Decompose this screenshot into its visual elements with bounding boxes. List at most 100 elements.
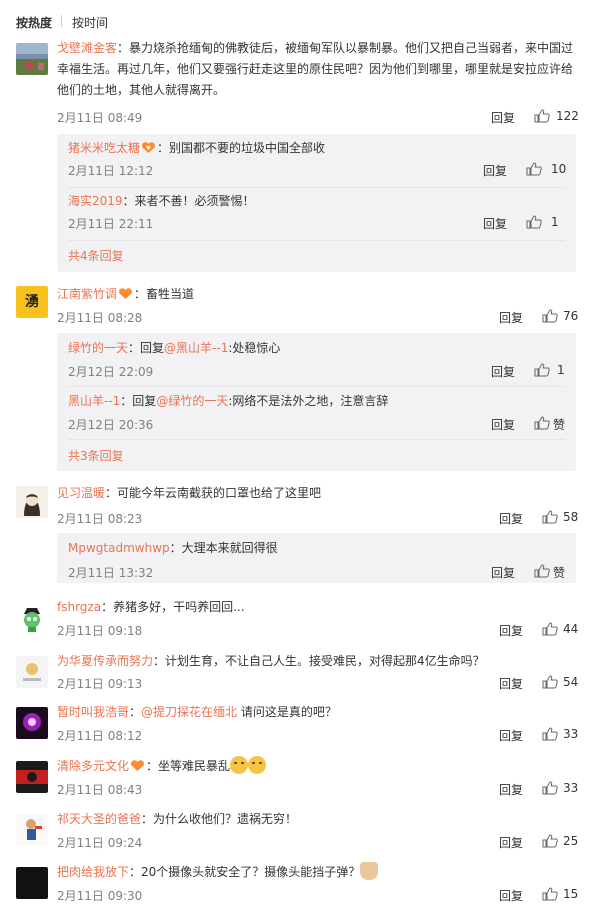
like-count: 54 <box>563 675 579 689</box>
avatar[interactable] <box>16 867 48 899</box>
thumbs-up-icon[interactable] <box>542 675 558 689</box>
thumbs-up-icon[interactable] <box>542 309 558 323</box>
thumbs-up-icon[interactable] <box>542 781 558 795</box>
reply-username[interactable]: 绿竹的一天 <box>68 341 128 355</box>
like-count: 76 <box>563 309 579 323</box>
vip-badge-icon <box>118 286 133 299</box>
reply-button[interactable]: 回复 <box>499 622 523 639</box>
reply-text: 绿竹的一天：回复@黑山羊--1:处稳惊心 <box>68 339 280 357</box>
like-count: 1 <box>551 215 559 229</box>
vip-badge-icon <box>130 758 145 771</box>
avatar[interactable] <box>16 602 48 634</box>
like-count: 15 <box>563 887 579 901</box>
reply-content: ：大理本来就回得很 <box>169 541 278 555</box>
comment-time: 2月11日 09:13 <box>57 677 143 691</box>
mention-link[interactable]: @黑山羊--1 <box>164 341 228 355</box>
reply-button[interactable]: 回复 <box>499 675 523 692</box>
comment-text: 把肉给我放下：20个摄像头就安全了？摄像头能挡子弹？ <box>57 862 579 883</box>
reply-content: :网络不是法外之地，注意言辞 <box>228 394 389 408</box>
comment-username[interactable]: fshrgza <box>57 600 101 614</box>
reply-time: 2月11日 12:12 <box>68 164 154 178</box>
comment-time: 2月11日 08:28 <box>57 311 143 325</box>
comment-username[interactable]: 祁天大圣的爸爸 <box>57 812 141 826</box>
reply-divider <box>68 439 565 440</box>
reply-text: 猪米米吃太糖 ♥ ：别国都不要的垃圾中国全部收 <box>68 139 325 157</box>
reply-button[interactable]: 回复 <box>499 510 523 527</box>
reply-username[interactable]: 黑山羊--1 <box>68 394 120 408</box>
reply-content: ：来者不善！必须警惕！ <box>122 194 255 208</box>
comment-content: ：20个摄像头就安全了？摄像头能挡子弹？ <box>129 865 361 879</box>
sort-bar: 按热度 按时间 <box>0 0 592 40</box>
comment-text: 祁天大圣的爸爸：为什么收他们？遗祸无穷！ <box>57 809 579 830</box>
comment-username[interactable]: 江南紫竹调 <box>57 287 117 301</box>
reply-time: 2月11日 13:32 <box>68 566 154 580</box>
thumbs-up-icon[interactable] <box>526 215 542 229</box>
more-replies-link[interactable]: 共3条回复 <box>68 447 124 464</box>
comment-username[interactable]: 清除多元文化 <box>57 759 129 773</box>
avatar[interactable] <box>16 707 48 739</box>
reply-prefix: ：回复 <box>128 341 165 355</box>
reply-button[interactable]: 回复 <box>499 727 523 744</box>
comment-time: 2月11日 08:43 <box>57 783 143 797</box>
thumbs-up-icon[interactable] <box>534 416 550 430</box>
reply-button[interactable]: 回复 <box>491 564 515 581</box>
reply-button[interactable]: 回复 <box>499 887 523 904</box>
mention-link[interactable]: @提刀探花在缅北 <box>141 705 237 719</box>
sort-by-hot-tab[interactable]: 按热度 <box>16 14 52 31</box>
comment-username[interactable]: 戈壁滩金客 <box>57 41 117 55</box>
avatar[interactable]: 湧 <box>16 286 48 318</box>
reply-button[interactable]: 回复 <box>499 781 523 798</box>
reply-button[interactable]: 回复 <box>491 363 515 380</box>
comment-time: 2月11日 08:23 <box>57 512 143 526</box>
reply-button[interactable]: 回复 <box>499 834 523 851</box>
vip-badge-icon: ♥ <box>141 141 156 154</box>
avatar[interactable] <box>16 486 48 518</box>
reply-text: Mpwgtadmwhwp：大理本来就回得很 <box>68 539 278 557</box>
avatar[interactable] <box>16 656 48 688</box>
comment-username[interactable]: 把肉给我放下 <box>57 865 129 879</box>
reply-button[interactable]: 回复 <box>483 215 507 232</box>
like-count: 122 <box>556 109 579 123</box>
comment-username[interactable]: 见习温暖 <box>57 486 105 500</box>
thumbs-up-icon[interactable] <box>526 162 542 176</box>
comment-content: ：暴力烧杀抢缅甸的佛教徒后，被缅甸军队以暴制暴。他们又把自己当弱者，来中国过幸福… <box>57 41 574 97</box>
comment-content: ：为什么收他们？遗祸无穷！ <box>141 812 298 826</box>
avatar[interactable] <box>16 761 48 793</box>
thumbs-up-icon[interactable] <box>542 510 558 524</box>
thumbs-up-icon[interactable] <box>542 834 558 848</box>
comment-content: ：畜牲当道 <box>134 287 195 301</box>
reply-username[interactable]: Mpwgtadmwhwp <box>68 541 170 555</box>
comment-time: 2月11日 09:24 <box>57 836 143 850</box>
comment-text: 江南紫竹调 ：畜牲当道 <box>57 284 579 305</box>
avatar[interactable] <box>16 814 48 846</box>
like-count: 25 <box>563 834 579 848</box>
reply-username[interactable]: 海实2019 <box>68 194 123 208</box>
avatar[interactable] <box>16 43 48 75</box>
like-count: 58 <box>563 510 579 524</box>
reply-button[interactable]: 回复 <box>491 109 515 126</box>
comment-text: 见习温暖：可能今年云南截获的口罩也给了这里吧 <box>57 483 579 504</box>
thumbs-up-icon[interactable] <box>534 363 550 377</box>
reply-box: 绿竹的一天：回复@黑山羊--1:处稳惊心 2月12日 22:09 回复 1 黑山… <box>57 333 576 471</box>
mention-link[interactable]: @绿竹的一天 <box>156 394 228 408</box>
thumbs-up-icon[interactable] <box>534 109 550 123</box>
reply-button[interactable]: 回复 <box>499 309 523 326</box>
cat-emoji-icon <box>360 862 379 880</box>
reply-username[interactable]: 猪米米吃太糖 <box>68 141 140 155</box>
comment-content: ：坐等难民暴乱 <box>146 759 231 773</box>
comment-username[interactable]: 为华夏传承而努力 <box>57 654 153 668</box>
comment-time: 2月11日 08:49 <box>57 111 143 125</box>
thumbs-up-icon[interactable] <box>534 564 550 578</box>
comment-text: 清除多元文化 ：坐等难民暴乱 <box>57 756 579 777</box>
reply-button[interactable]: 回复 <box>483 162 507 179</box>
thumbs-up-icon[interactable] <box>542 622 558 636</box>
comment-username[interactable]: 暂时叫我浩哥 <box>57 705 129 719</box>
more-replies-link[interactable]: 共4条回复 <box>68 247 124 264</box>
sort-by-time-tab[interactable]: 按时间 <box>72 14 108 31</box>
thumbs-up-icon[interactable] <box>542 727 558 741</box>
comment-content: ：可能今年云南截获的口罩也给了这里吧 <box>105 486 322 500</box>
reply-time: 2月11日 22:11 <box>68 217 154 231</box>
thumbs-up-icon[interactable] <box>542 887 558 901</box>
comment-text: 为华夏传承而努力：计划生育，不让自己人生。接受难民，对得起那4亿生命吗？ <box>57 651 579 672</box>
reply-button[interactable]: 回复 <box>491 416 515 433</box>
